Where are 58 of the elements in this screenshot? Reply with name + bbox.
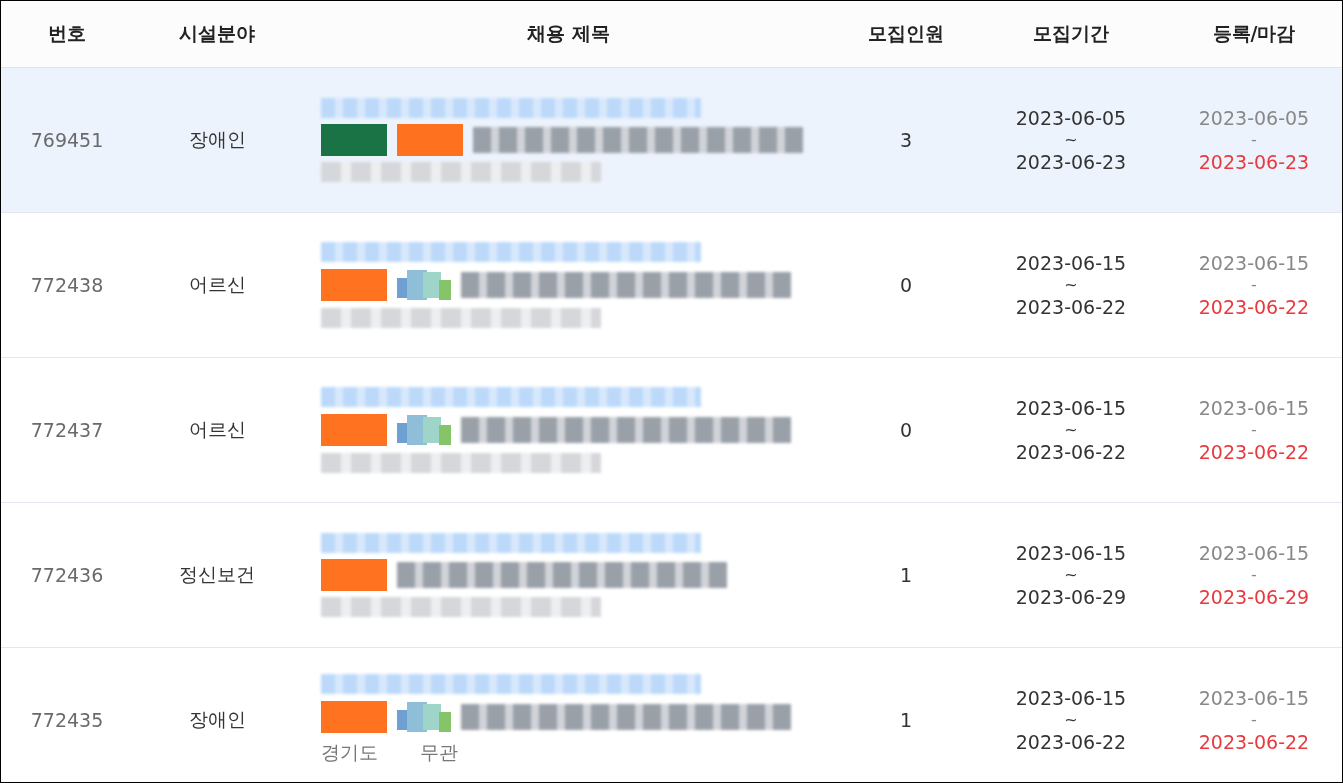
period-start: 2023-06-15 (1015, 251, 1127, 275)
facility-field: 장애인 (188, 707, 246, 733)
table-row[interactable]: 772436 정신보건 1 2023-06-15 ~ 2023-06-29 2023-06-15 - 2023-06-29 (1, 503, 1342, 648)
period-end: 2023-06-22 (1015, 440, 1127, 464)
date-separator: - (1251, 275, 1257, 295)
table-row[interactable]: 772435 장애인 경기도 무관 1 2023-06-15 ~ 2023-06-22 2023-06-15 - 2023-06-22 (1, 648, 1342, 782)
table-row[interactable]: 772437 어르신 0 2023-06-15 ~ 2023-06-22 2023-06-15 - 2023-06-22 (1, 358, 1342, 503)
range-separator: ~ (1064, 420, 1078, 440)
table-row[interactable]: 772438 어르신 0 2023-06-15 ~ 2023-06-22 2023-06-15 - 2023-06-22 (1, 213, 1342, 358)
post-number: 772438 (30, 274, 104, 296)
facility-field: 어르신 (188, 417, 246, 443)
post-number: 772437 (30, 419, 104, 441)
period-end: 2023-06-22 (1015, 295, 1127, 319)
range-separator: ~ (1064, 565, 1078, 585)
recruit-count: 1 (899, 709, 913, 731)
facility-field: 장애인 (188, 127, 246, 153)
period-start: 2023-06-15 (1015, 396, 1127, 420)
deadline-date: 2023-06-22 (1198, 295, 1310, 319)
registered-date: 2023-06-05 (1198, 106, 1310, 130)
registered-date: 2023-06-15 (1198, 541, 1310, 565)
period-start: 2023-06-15 (1015, 541, 1127, 565)
registered-date: 2023-06-15 (1198, 251, 1310, 275)
meta-text: 경기도 (321, 740, 378, 765)
date-separator: - (1251, 130, 1257, 150)
period-end: 2023-06-29 (1015, 585, 1127, 609)
facility-field: 어르신 (188, 272, 246, 298)
meta-text: 무관 (420, 740, 458, 765)
registered-date: 2023-06-15 (1198, 686, 1310, 710)
deadline-date: 2023-06-23 (1198, 150, 1310, 174)
date-separator: - (1251, 710, 1257, 730)
registered-date: 2023-06-15 (1198, 396, 1310, 420)
period-start: 2023-06-05 (1015, 106, 1127, 130)
period-start: 2023-06-15 (1015, 686, 1127, 710)
table-row[interactable]: 769451 장애인 3 2023-06-05 ~ 2023-06-23 2023-06-05 - 2023-06-23 (1, 68, 1342, 213)
facility-field: 정신보건 (179, 562, 255, 588)
date-separator: - (1251, 565, 1257, 585)
range-separator: ~ (1064, 710, 1078, 730)
recruit-count: 0 (899, 274, 913, 296)
column-header: 번호 (48, 21, 86, 46)
column-header: 등록/마감 (1212, 21, 1296, 46)
date-separator: - (1251, 420, 1257, 440)
post-number: 769451 (30, 129, 104, 151)
column-header: 시설분야 (179, 21, 255, 46)
column-header: 채용 제목 (527, 21, 610, 46)
recruit-count: 1 (899, 564, 913, 586)
column-header: 모집기간 (1033, 21, 1109, 46)
period-end: 2023-06-22 (1015, 730, 1127, 754)
recruit-count: 3 (899, 129, 913, 151)
column-header: 모집인원 (868, 21, 944, 46)
deadline-date: 2023-06-22 (1198, 440, 1310, 464)
period-end: 2023-06-23 (1015, 150, 1127, 174)
post-number: 772436 (30, 564, 104, 586)
range-separator: ~ (1064, 130, 1078, 150)
deadline-date: 2023-06-22 (1198, 730, 1310, 754)
post-number: 772435 (30, 709, 104, 731)
recruit-count: 0 (899, 419, 913, 441)
range-separator: ~ (1064, 275, 1078, 295)
deadline-date: 2023-06-29 (1198, 585, 1310, 609)
